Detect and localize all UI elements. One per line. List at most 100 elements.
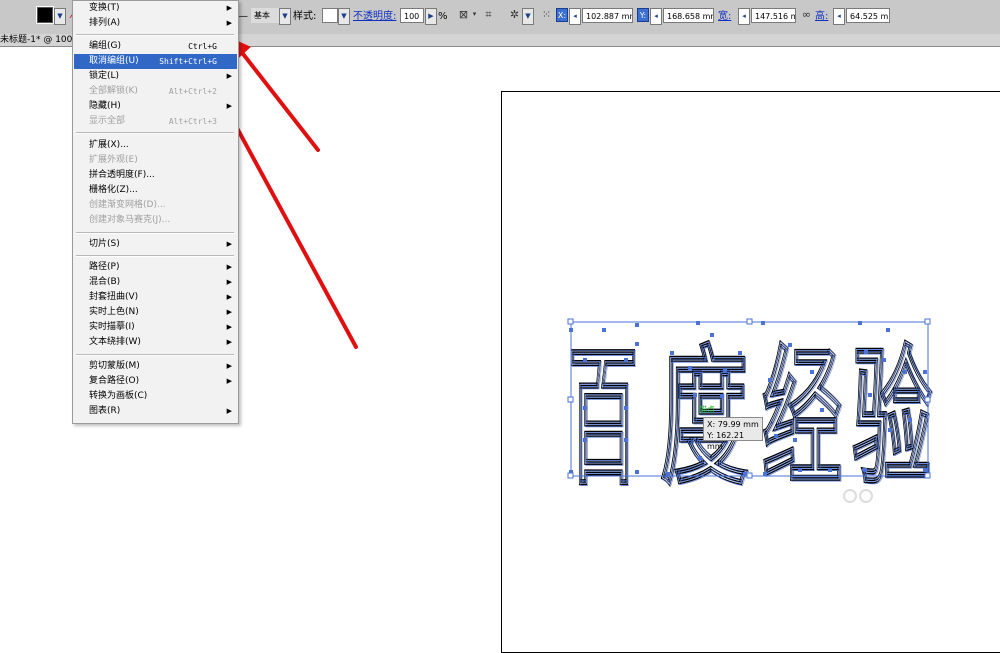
bbox-handle-tr [924, 318, 931, 325]
submenu-arrow-icon: ▶ [226, 240, 232, 248]
menu-item-arrange[interactable]: 排列(A) ▶ [74, 16, 237, 31]
bbox-handle-bc [746, 472, 753, 479]
anchor-point[interactable] [810, 370, 814, 374]
anchor-point[interactable] [693, 393, 697, 397]
anchor-point[interactable] [903, 370, 907, 374]
arrow-to-group [238, 48, 320, 152]
anchor-point[interactable] [882, 358, 886, 362]
menu-item-graph[interactable]: 图表(R) ▶ [74, 404, 237, 419]
submenu-arrow-icon: ▶ [226, 407, 232, 415]
submenu-arrow-icon: ▶ [226, 102, 232, 110]
anchor-point[interactable] [583, 358, 587, 362]
menu-item-group[interactable]: 编组(G) Ctrl+G [74, 39, 237, 54]
anchor-point[interactable] [828, 468, 832, 472]
menu-item-convert-to-artboard[interactable]: 转换为画板(C) [74, 389, 237, 404]
anchor-point[interactable] [624, 358, 628, 362]
menu-item-rasterize[interactable]: 栅格化(Z)... [74, 183, 237, 198]
glyph-bai-path: 百 [569, 331, 639, 507]
menu-item-create-gradient-mesh[interactable]: 创建渐变网格(D)... [74, 198, 237, 213]
menu-item-text-wrap[interactable]: 文本绕排(W) ▶ [74, 335, 237, 350]
anchor-point[interactable] [710, 333, 714, 337]
submenu-arrow-icon: ▶ [226, 377, 232, 385]
anchor-point[interactable] [720, 394, 724, 398]
menu-item-show-all[interactable]: 显示全部 Alt+Ctrl+3 [74, 114, 237, 129]
menu-item-compound-path[interactable]: 复合路径(O) ▶ [74, 374, 237, 389]
anchor-point[interactable] [820, 408, 824, 412]
anchor-point[interactable] [774, 434, 778, 438]
menu-item-slice[interactable]: 切片(S) ▶ [74, 237, 237, 252]
tooltip-x: X: 79.99 mm [707, 420, 759, 429]
anchor-point[interactable] [864, 350, 868, 354]
menu-item-live-paint[interactable]: 实时上色(N) ▶ [74, 305, 237, 320]
anchor-point[interactable] [624, 438, 628, 442]
anchor-point[interactable] [923, 468, 927, 472]
menu-item-ungroup[interactable]: 取消编组(U) Shift+Ctrl+G [74, 54, 237, 69]
submenu-arrow-icon: ▶ [226, 308, 232, 316]
anchor-point[interactable] [763, 472, 767, 476]
menu-item-flatten-transparency[interactable]: 拼合透明度(F)... [74, 168, 237, 183]
anchor-point[interactable] [583, 438, 587, 442]
menu-item-expand-appearance[interactable]: 扩展外观(E) [74, 153, 237, 168]
anchor-point[interactable] [868, 393, 872, 397]
anchor-point[interactable] [635, 323, 639, 327]
anchor-point[interactable] [788, 343, 792, 347]
anchor-point[interactable] [602, 328, 606, 332]
glyph-yan-path: 验 [853, 331, 933, 507]
submenu-arrow-icon: ▶ [226, 278, 232, 286]
submenu-arrow-icon: ▶ [226, 72, 232, 80]
anchor-point[interactable] [768, 378, 772, 382]
menu-item-path[interactable]: 路径(P) ▶ [74, 260, 237, 275]
menu-separator [76, 232, 234, 234]
submenu-arrow-icon: ▶ [226, 4, 232, 12]
menu-item-live-trace[interactable]: 实时描摹(I) ▶ [74, 320, 237, 335]
anchor-point[interactable] [908, 418, 912, 422]
tooltip-y: Y: 162.21 mm [707, 431, 745, 451]
submenu-arrow-icon: ▶ [226, 362, 232, 370]
anchor-point[interactable] [863, 468, 867, 472]
anchor-point[interactable] [886, 328, 890, 332]
bbox-handle-mr [924, 396, 931, 403]
menu-item-create-object-mosaic[interactable]: 创建对象马赛克(J)... [74, 213, 237, 228]
submenu-arrow-icon: ▶ [226, 323, 232, 331]
menu-item-blend[interactable]: 混合(B) ▶ [74, 275, 237, 290]
submenu-arrow-icon: ▶ [226, 263, 232, 271]
menu-separator [76, 354, 234, 356]
anchor-point[interactable] [743, 472, 747, 476]
anchor-point[interactable] [635, 470, 639, 474]
menu-item-envelope-distort[interactable]: 封套扭曲(V) ▶ [74, 290, 237, 305]
menu-separator [76, 255, 234, 257]
menu-item-lock[interactable]: 锁定(L) ▶ [74, 69, 237, 84]
bbox-handle-bl [567, 472, 574, 479]
anchor-point[interactable] [723, 368, 727, 372]
menu-item-transform[interactable]: 变换(T) ▶ [74, 1, 237, 16]
anchor-point[interactable] [670, 351, 674, 355]
bbox-handle-ml [567, 396, 574, 403]
anchor-point[interactable] [624, 406, 628, 410]
anchor-point[interactable] [635, 342, 639, 346]
anchor-point[interactable] [738, 351, 742, 355]
menu-item-unlock-all[interactable]: 全部解锁(K) Alt+Ctrl+2 [74, 84, 237, 99]
object-menu: 变换(T) ▶ 排列(A) ▶ 编组(G) Ctrl+G 取消编组(U) Shift+C… [72, 0, 239, 424]
menu-item-expand[interactable]: 扩展(X)... [74, 138, 237, 153]
anchor-point[interactable] [688, 366, 692, 370]
bbox-handle-br [924, 472, 931, 479]
anchor-point[interactable] [698, 456, 702, 460]
submenu-arrow-icon: ▶ [226, 19, 232, 27]
menu-separator [76, 34, 234, 36]
submenu-arrow-icon: ▶ [226, 293, 232, 301]
submenu-arrow-icon: ▶ [226, 338, 232, 346]
bbox-handle-tl [567, 318, 574, 325]
glyph-jing-path: 经 [763, 331, 843, 507]
anchor-point[interactable] [666, 472, 670, 476]
smart-guide-label: 锚点 [699, 404, 715, 414]
menu-item-clipping-mask[interactable]: 剪切蒙版(M) ▶ [74, 359, 237, 374]
anchor-point[interactable] [583, 406, 587, 410]
position-tooltip: X: 79.99 mm Y: 162.21 mm [703, 417, 763, 451]
menu-item-hide[interactable]: 隐藏(H) ▶ [74, 99, 237, 114]
menu-separator [76, 132, 234, 134]
anchor-point[interactable] [888, 428, 892, 432]
bbox-handle-tc [746, 318, 753, 325]
anchor-point[interactable] [923, 370, 927, 374]
anchor-point[interactable] [798, 468, 802, 472]
anchor-point[interactable] [793, 438, 797, 442]
